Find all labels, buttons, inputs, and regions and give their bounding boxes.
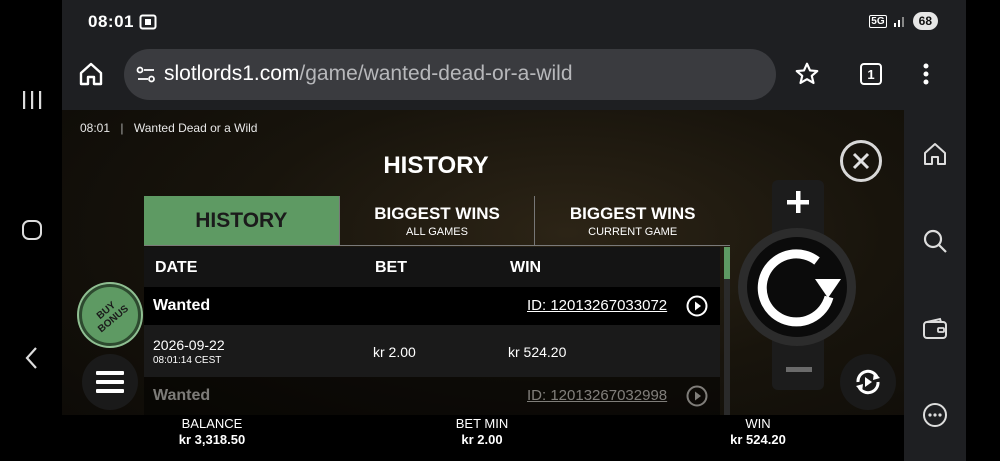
tab-sublabel: ALL GAMES — [406, 225, 468, 238]
table-header: DATE BET WIN — [144, 247, 720, 287]
home-circle-icon — [22, 220, 42, 240]
back-system-button[interactable] — [16, 342, 48, 374]
back-icon — [25, 347, 37, 369]
side-wallet-button[interactable] — [920, 314, 950, 344]
status-time: 08:01 — [88, 12, 134, 31]
more-horiz-icon — [923, 403, 947, 427]
game-clock: 08:01 — [80, 121, 111, 135]
url-text[interactable]: slotlords1.com/game/wanted-dead-or-a-wil… — [164, 62, 573, 86]
star-icon — [795, 62, 819, 85]
home-system-button[interactable] — [16, 214, 48, 246]
browser-toolbar: slotlords1.com/game/wanted-dead-or-a-wil… — [62, 44, 966, 110]
screen: 08:01 5G 68 slotlords1.com/game/wanted-d… — [0, 0, 1000, 461]
battery-level: 68 — [912, 12, 938, 30]
url-path: /game/wanted-dead-or-a-wild — [299, 62, 573, 85]
signal-icon — [893, 17, 904, 27]
close-icon — [852, 152, 870, 170]
win-label: WIN — [745, 416, 771, 431]
table-row-details: 2026-09-22 08:01:14 CEST kr 2.00 kr 524.… — [144, 325, 720, 377]
browser-menu-button[interactable] — [922, 62, 930, 91]
decrease-bet-button[interactable] — [786, 362, 812, 380]
buy-bonus-label: BUY BONUS — [94, 299, 131, 336]
tab-sublabel: CURRENT GAME — [588, 225, 678, 238]
bet-label: BET MIN — [455, 416, 509, 431]
history-scrollbar[interactable] — [724, 247, 730, 415]
bookmark-button[interactable] — [794, 61, 820, 92]
tab-label: HISTORY — [195, 208, 288, 232]
game-menu-button[interactable] — [82, 354, 138, 410]
side-more-button[interactable] — [920, 400, 950, 430]
tab-switcher-button[interactable]: 1 — [860, 63, 882, 85]
column-win: WIN — [510, 259, 542, 276]
hamburger-icon — [96, 371, 124, 393]
autoplay-button[interactable] — [840, 354, 896, 410]
row-win: kr 524.20 — [508, 344, 567, 360]
tab-biggest-wins-all[interactable]: BIGGEST WINS ALL GAMES — [338, 196, 535, 245]
win-stat: WIN kr 524.20 — [708, 416, 808, 447]
column-bet: BET — [375, 259, 407, 276]
wallet-icon — [923, 317, 947, 339]
menu-lines-icon — [23, 91, 42, 109]
network-type: 5G — [869, 14, 887, 28]
history-title: HISTORY — [383, 152, 489, 179]
plus-icon — [787, 191, 809, 213]
row-game-name: Wanted — [153, 387, 211, 404]
row-game-name: Wanted — [153, 297, 211, 314]
row-bet: kr 2.00 — [373, 344, 416, 360]
increase-bet-button[interactable] — [786, 190, 810, 219]
tab-biggest-wins-current[interactable]: BIGGEST WINS CURRENT GAME — [534, 196, 730, 245]
browser-home-button[interactable] — [78, 61, 104, 92]
url-host: slotlords1.com — [164, 62, 300, 85]
tab-history[interactable]: HISTORY — [144, 196, 339, 245]
history-table: DATE BET WIN Wanted ID: 12013267033072 2… — [144, 247, 720, 415]
recent-apps-button[interactable] — [16, 84, 48, 116]
play-circle-icon[interactable] — [686, 295, 708, 317]
game-info-line: 08:01 | Wanted Dead or a Wild — [80, 121, 258, 135]
system-nav-rail — [0, 0, 62, 461]
balance-value: kr 3,318.50 — [178, 432, 246, 447]
row-date: 2026-09-22 — [153, 337, 225, 353]
game-viewport: 08:01 | Wanted Dead or a Wild HISTORY HI… — [62, 110, 904, 461]
table-row: Wanted ID: 12013267032998 — [144, 377, 720, 415]
tab-label: BIGGEST WINS — [374, 203, 500, 223]
balance-stat: BALANCE kr 3,318.50 — [162, 416, 262, 447]
round-id-link[interactable]: ID: 12013267033072 — [527, 297, 667, 314]
address-bar[interactable]: slotlords1.com/game/wanted-dead-or-a-wil… — [124, 49, 776, 100]
play-circle-icon[interactable] — [686, 385, 708, 407]
status-indicators: 5G 68 — [869, 12, 938, 30]
column-date: DATE — [155, 259, 198, 276]
home-icon — [924, 143, 946, 165]
minus-icon — [786, 367, 812, 372]
search-icon — [923, 229, 947, 253]
screen-edge — [966, 0, 1000, 461]
side-home-button[interactable] — [920, 139, 950, 169]
balance-label: BALANCE — [181, 416, 243, 431]
spin-button[interactable] — [738, 228, 856, 346]
row-time: 08:01:14 CEST — [153, 355, 222, 366]
autoplay-icon — [856, 369, 880, 395]
status-bar: 08:01 5G 68 — [62, 0, 966, 44]
close-history-button[interactable] — [840, 140, 882, 182]
cast-icon — [139, 14, 157, 30]
site-settings-icon[interactable] — [136, 65, 156, 85]
table-row: Wanted ID: 12013267033072 — [144, 287, 720, 325]
home-icon — [79, 62, 103, 86]
buy-bonus-button[interactable]: BUY BONUS — [79, 284, 141, 346]
scrollbar-thumb[interactable] — [724, 247, 730, 279]
tab-label: BIGGEST WINS — [569, 203, 696, 223]
game-name: Wanted Dead or a Wild — [133, 121, 258, 135]
round-id-link[interactable]: ID: 12013267032998 — [527, 387, 667, 404]
spin-icon — [747, 237, 847, 337]
bet-value: kr 2.00 — [461, 432, 503, 447]
history-tabs: HISTORY BIGGEST WINS ALL GAMES BIGGEST W… — [144, 196, 730, 246]
side-search-button[interactable] — [920, 226, 950, 256]
browser-side-rail — [904, 110, 966, 461]
bet-stat: BET MIN kr 2.00 — [432, 416, 532, 447]
game-stats-bar: BALANCE kr 3,318.50 BET MIN kr 2.00 WIN … — [62, 415, 904, 461]
more-vert-icon — [923, 63, 929, 85]
win-value: kr 524.20 — [730, 432, 786, 447]
